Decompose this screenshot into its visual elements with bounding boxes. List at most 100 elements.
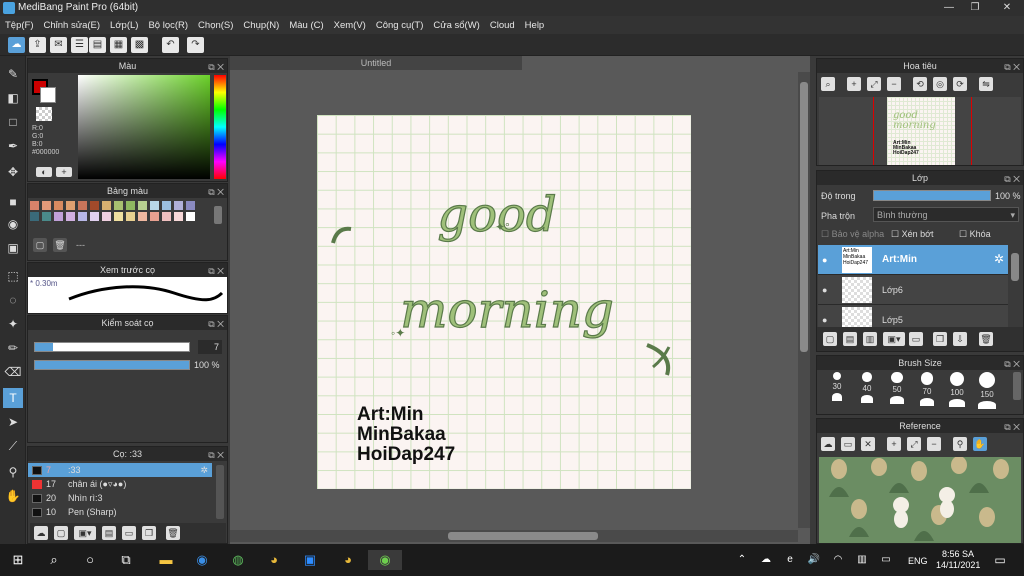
popout-icon[interactable]: ⧉ ✕: [208, 264, 224, 278]
palette-swatch[interactable]: [174, 201, 183, 210]
brush-item[interactable]: 20 Nhìn rì:3: [28, 491, 212, 505]
eye-icon[interactable]: ●: [822, 315, 827, 325]
move-tool-icon[interactable]: ✥: [3, 162, 23, 182]
eye-icon[interactable]: ●: [822, 285, 827, 295]
brush-settings-icon[interactable]: ▤: [102, 526, 116, 540]
maximize-button[interactable]: ❐: [960, 0, 990, 16]
palette-swatch[interactable]: [150, 201, 159, 210]
vertical-scroll-thumb[interactable]: [800, 82, 808, 352]
popout-icon[interactable]: ⧉ ✕: [208, 317, 224, 331]
popout-icon[interactable]: ⧉ ✕: [1004, 357, 1020, 371]
palette-swatch[interactable]: [114, 201, 123, 210]
popout-icon[interactable]: ⧉ ✕: [1004, 172, 1020, 186]
menu-file[interactable]: Tệp(F): [0, 20, 39, 31]
show-hidden-icons[interactable]: ⌃: [732, 550, 752, 570]
undo-icon[interactable]: ↶: [162, 37, 179, 53]
rotate-reset-icon[interactable]: ◎: [933, 77, 947, 91]
add-brush-icon[interactable]: ▣▾: [74, 526, 96, 540]
eyedropper-icon[interactable]: ⚲: [953, 437, 967, 451]
palette-swatch[interactable]: [90, 201, 99, 210]
eye-icon[interactable]: ●: [822, 255, 827, 265]
menu-view[interactable]: Xem(V): [329, 20, 371, 31]
background-color[interactable]: [40, 87, 56, 103]
delete-brush-icon[interactable]: 🗑: [166, 526, 180, 540]
vertical-scrollbar[interactable]: [798, 72, 810, 528]
chrome-icon-2[interactable]: ◕: [338, 550, 358, 570]
tile-icon[interactable]: ▩: [131, 37, 148, 53]
zalo-icon[interactable]: ◉: [192, 550, 212, 570]
delete-layer-icon[interactable]: 🗑: [979, 332, 993, 346]
network-icon[interactable]: ▥: [852, 550, 872, 570]
zoom-in-icon[interactable]: +: [847, 77, 861, 91]
folder-icon[interactable]: ▭: [122, 526, 136, 540]
chat-icon[interactable]: ☰: [71, 37, 88, 53]
palette-swatch[interactable]: [162, 201, 171, 210]
rotate-right-icon[interactable]: ⟳: [953, 77, 967, 91]
battery-icon[interactable]: ▭: [876, 550, 896, 570]
pen-tool-icon[interactable]: ✒: [3, 136, 23, 156]
palette-swatch[interactable]: [30, 201, 39, 210]
new-8bit-layer-icon[interactable]: ▥: [863, 332, 877, 346]
brush-size-option[interactable]: 150: [975, 372, 999, 412]
redo-icon[interactable]: ↷: [187, 37, 204, 53]
eraser-tool-icon[interactable]: ◧: [3, 88, 23, 108]
merge-down-icon[interactable]: ⇩: [953, 332, 967, 346]
page-icon[interactable]: ▤: [89, 37, 106, 53]
protect-alpha-checkbox[interactable]: ☐ Bảo vệ alpha: [821, 229, 884, 240]
menu-filter[interactable]: Bộ lọc(R): [143, 20, 193, 31]
popout-icon[interactable]: ⧉ ✕: [1004, 420, 1020, 434]
popout-icon[interactable]: ⧉ ✕: [208, 448, 224, 462]
brush-size-option[interactable]: 70: [915, 372, 939, 412]
palette-swatch[interactable]: [66, 212, 75, 221]
layer-row-artmin[interactable]: ● Art:Min MinBakaa HoiDap247 Art:Min ✲: [818, 245, 1008, 275]
menu-color[interactable]: Màu (C): [284, 20, 328, 31]
palette-swatch[interactable]: [42, 201, 51, 210]
palette-swatch[interactable]: [30, 212, 39, 221]
brush-size-value[interactable]: 7: [198, 340, 222, 354]
new-layer-icon[interactable]: ▢: [823, 332, 837, 346]
zoom-out-icon[interactable]: −: [927, 437, 941, 451]
text-tool-icon[interactable]: T: [3, 388, 23, 408]
palette-swatch[interactable]: [66, 201, 75, 210]
menu-tools[interactable]: Công cụ(T): [371, 20, 429, 31]
palette-swatch[interactable]: [78, 212, 87, 221]
palette-swatch[interactable]: [54, 201, 63, 210]
zoom-app-icon[interactable]: ▣: [300, 550, 320, 570]
fit-icon[interactable]: ⤢: [907, 437, 921, 451]
popout-icon[interactable]: ⧉ ✕: [208, 60, 224, 74]
gradient-tool-icon[interactable]: ▣: [3, 238, 23, 258]
cloud-sync-icon[interactable]: ☁: [756, 550, 776, 570]
chrome-icon[interactable]: ◕: [264, 550, 284, 570]
saturation-value-picker[interactable]: [78, 75, 210, 179]
medibang-taskbar-icon[interactable]: ◉: [368, 550, 402, 570]
brush-size-option[interactable]: 100: [945, 372, 969, 412]
wifi-icon[interactable]: ◠: [828, 550, 848, 570]
menu-layer[interactable]: Lớp(L): [105, 20, 143, 31]
clock[interactable]: 8:56 SA 14/11/2021: [936, 549, 980, 571]
layer-row-lop5[interactable]: ● Lớp5: [818, 305, 1008, 327]
palette-swatch[interactable]: [174, 212, 183, 221]
brush-item[interactable]: 10 Pen (Sharp): [28, 505, 212, 519]
rectangle-tool-icon[interactable]: □: [3, 112, 23, 132]
magic-wand-icon[interactable]: ✦: [3, 314, 23, 334]
divide-tool-icon[interactable]: ⟋: [3, 436, 23, 456]
menu-cloud[interactable]: Cloud: [485, 20, 520, 31]
brush-scrollbar[interactable]: [216, 465, 224, 519]
palette-swatch[interactable]: [126, 201, 135, 210]
layer-opacity-slider[interactable]: [873, 190, 991, 201]
cortana-icon[interactable]: ○: [80, 550, 100, 570]
lasso-icon[interactable]: ◌: [3, 290, 23, 310]
blend-mode-select[interactable]: Bình thường ▾: [873, 207, 1019, 222]
zoom-out-icon[interactable]: −: [887, 77, 901, 91]
new-halftone-layer-icon[interactable]: ▤: [843, 332, 857, 346]
layer-row-lop6[interactable]: ● Lớp6: [818, 275, 1008, 305]
open-folder-icon[interactable]: ▭: [841, 437, 855, 451]
volume-icon[interactable]: 🔊: [804, 550, 824, 570]
canvas-paper[interactable]: good morning ✦° ◦✦ Art:Min MinBakaa HoiD…: [317, 115, 691, 489]
duplicate-icon[interactable]: ❐: [142, 526, 156, 540]
palette-swatch[interactable]: [102, 201, 111, 210]
transparent-color[interactable]: [36, 107, 52, 121]
horizontal-scrollbar[interactable]: [230, 530, 798, 542]
menu-select[interactable]: Chọn(S): [193, 20, 238, 31]
gear-icon[interactable]: ✲: [994, 252, 1004, 266]
